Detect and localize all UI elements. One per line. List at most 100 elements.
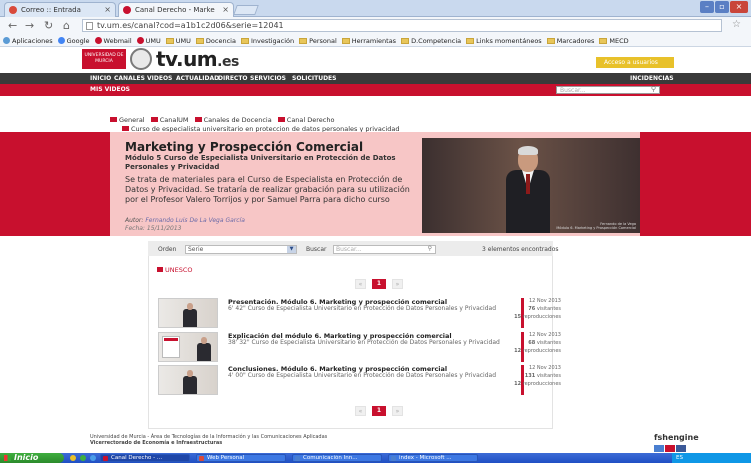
bullet-icon	[122, 126, 129, 131]
tab-correo[interactable]: Correo :: Entrada ×	[4, 2, 116, 17]
window-label: Canal Derecho - ...	[111, 455, 163, 461]
sub-nav: MIS VIDEOS Buscar... ⚲	[0, 84, 751, 96]
video-thumbnail[interactable]	[158, 332, 218, 362]
video-meta: 6' 42" Curso de Especialista Universitar…	[228, 305, 496, 312]
bookmark-marcadores[interactable]: Marcadores	[546, 35, 594, 46]
featured-video[interactable]: Fernando de la Vega Módulo 6. Marketing …	[422, 138, 640, 233]
url-input[interactable]: tv.um.es/canal?cod=a1b1c2d06&serie=12041	[82, 19, 722, 32]
current-page[interactable]: 1	[372, 279, 386, 289]
bookmark-personal[interactable]: Personal	[299, 35, 337, 46]
user-access-button[interactable]: Acceso a usuarios	[596, 57, 674, 68]
search-icon[interactable]: ⚲	[428, 245, 432, 252]
bookmark-umu[interactable]: UMU	[165, 35, 191, 46]
quick-launch-icon[interactable]	[80, 455, 86, 461]
next-page-button[interactable]: »	[392, 406, 403, 416]
folder-icon	[299, 38, 308, 44]
bookmark-mecd[interactable]: MECD	[599, 35, 629, 46]
category-unesco[interactable]: UNESCO	[157, 266, 193, 274]
fshengine-logo[interactable]: fshengine	[654, 433, 699, 442]
video-list-item[interactable]: Conclusiones. Módulo 6. Marketing y pros…	[158, 365, 561, 395]
umu-icon	[136, 37, 144, 44]
search-icon[interactable]: ⚲	[651, 86, 656, 93]
breadcrumb-link[interactable]: Canal Derecho	[287, 116, 335, 124]
pagination-bottom: « 1 »	[355, 406, 403, 416]
taskbar-window-button[interactable]: Canal Derecho - ...	[100, 454, 190, 462]
user-access-label: Acceso a usuarios	[604, 59, 658, 66]
bookmark-webmail[interactable]: Webmail	[94, 35, 132, 46]
site-search-placeholder: Buscar...	[560, 87, 586, 94]
video-thumbnail[interactable]	[158, 365, 218, 395]
prev-page-button[interactable]: «	[355, 279, 366, 289]
nav-item-canales[interactable]: CANALES	[114, 73, 145, 84]
close-tab-icon[interactable]: ×	[104, 3, 111, 17]
speaker-head	[187, 370, 193, 377]
home-icon[interactable]: ⌂	[63, 19, 70, 32]
window-label: Comunicación Inn...	[303, 455, 358, 461]
site-logo[interactable]: tv.um.es	[156, 47, 239, 71]
bookmark-docencia[interactable]: Docencia	[195, 35, 236, 46]
author-name[interactable]: Fernando Luis De La Vega García	[145, 217, 245, 224]
breadcrumb-link[interactable]: General	[119, 116, 145, 124]
breadcrumb-link[interactable]: CanalUM	[160, 116, 189, 124]
taskbar-window-button[interactable]: Comunicación Inn...	[292, 454, 382, 462]
close-tab-icon[interactable]: ×	[222, 3, 229, 17]
series-subtitle: Módulo 5 Curso de Especialista Universit…	[125, 154, 396, 171]
next-page-button[interactable]: »	[392, 279, 403, 289]
bookmark-herramientas[interactable]: Herramientas	[341, 35, 396, 46]
date-label: Fecha:	[125, 225, 145, 232]
nav-item-servicios[interactable]: SERVICIOS	[250, 73, 286, 84]
author-label: Autor:	[125, 217, 144, 224]
bookmark-label: MECD	[609, 37, 629, 45]
bookmark-investigaci-n[interactable]: Investigación	[240, 35, 294, 46]
bookmark-umu[interactable]: UMU	[136, 35, 161, 46]
start-button[interactable]: Inicio	[0, 453, 64, 463]
forward-arrow-icon[interactable]: →	[25, 19, 34, 32]
close-window-icon[interactable]: ×	[730, 1, 748, 13]
order-select[interactable]: Serie ▼	[185, 245, 297, 254]
video-thumbnail[interactable]	[158, 298, 218, 328]
quick-launch-icon[interactable]	[70, 455, 76, 461]
video-list-item[interactable]: Explicación del módulo 6. Marketing y pr…	[158, 332, 561, 362]
nav-item-incidencias[interactable]: INCIDENCIAS	[630, 73, 674, 84]
minimize-icon[interactable]: –	[700, 1, 714, 13]
maximize-icon[interactable]: ▫	[715, 1, 729, 13]
bookmark-links-moment-neos[interactable]: Links momentáneos	[466, 35, 542, 46]
nav-item-videos[interactable]: VIDEOS	[147, 73, 172, 84]
plays-count: 15	[514, 314, 522, 320]
quick-launch-icon[interactable]	[90, 455, 96, 461]
bookmark-google[interactable]: Google	[57, 35, 90, 46]
bookmark-star-icon[interactable]: ☆	[732, 19, 741, 30]
chevron-down-icon[interactable]: ▼	[287, 246, 296, 253]
twitter-icon[interactable]	[654, 445, 664, 452]
prev-page-button[interactable]: «	[355, 406, 366, 416]
bookmark-aplicaciones[interactable]: Aplicaciones	[3, 35, 53, 46]
bookmark-d-competencia[interactable]: D.Competencia	[401, 35, 461, 46]
site-search-input[interactable]: Buscar... ⚲	[556, 86, 660, 94]
nav-item-solicitudes[interactable]: SOLICITUDES	[292, 73, 336, 84]
my-videos-link[interactable]: MIS VIDEOS	[90, 84, 130, 96]
folder-icon	[165, 38, 174, 44]
video-date: 12 Nov 2013	[528, 332, 561, 338]
back-arrow-icon[interactable]: ←	[8, 19, 17, 32]
reload-icon[interactable]: ↻	[44, 19, 53, 32]
taskbar-window-button[interactable]: Web Personal	[196, 454, 286, 462]
facebook-icon[interactable]	[676, 445, 686, 452]
new-tab-button[interactable]	[233, 5, 259, 15]
tab-canal-derecho[interactable]: Canal Derecho - Marke ×	[118, 2, 234, 17]
google-icon	[57, 37, 65, 44]
current-page[interactable]: 1	[372, 406, 386, 416]
logo-suffix: .es	[217, 54, 239, 70]
nav-item-actualidad[interactable]: ACTUALIDAD	[176, 73, 219, 84]
plays-label: reproducciones	[522, 314, 561, 320]
university-badge[interactable]: UNIVERSIDAD DE MURCIA	[82, 49, 126, 69]
nav-item-directo[interactable]: DIRECTO	[218, 73, 248, 84]
taskbar-window-button[interactable]: index - Microsoft ...	[388, 454, 478, 462]
youtube-icon[interactable]	[665, 445, 675, 452]
breadcrumb-link[interactable]: Canales de Docencia	[204, 116, 272, 124]
site-footer: Universidad de Murcia - Área de Tecnolog…	[90, 434, 327, 446]
list-search-input[interactable]: Buscar... ⚲	[333, 245, 436, 254]
nav-item-inicio[interactable]: INICIO	[90, 73, 111, 84]
visitors-count: 68	[528, 340, 536, 346]
language-indicator[interactable]: ES	[676, 455, 683, 461]
video-list-item[interactable]: Presentación. Módulo 6. Marketing y pros…	[158, 298, 561, 328]
